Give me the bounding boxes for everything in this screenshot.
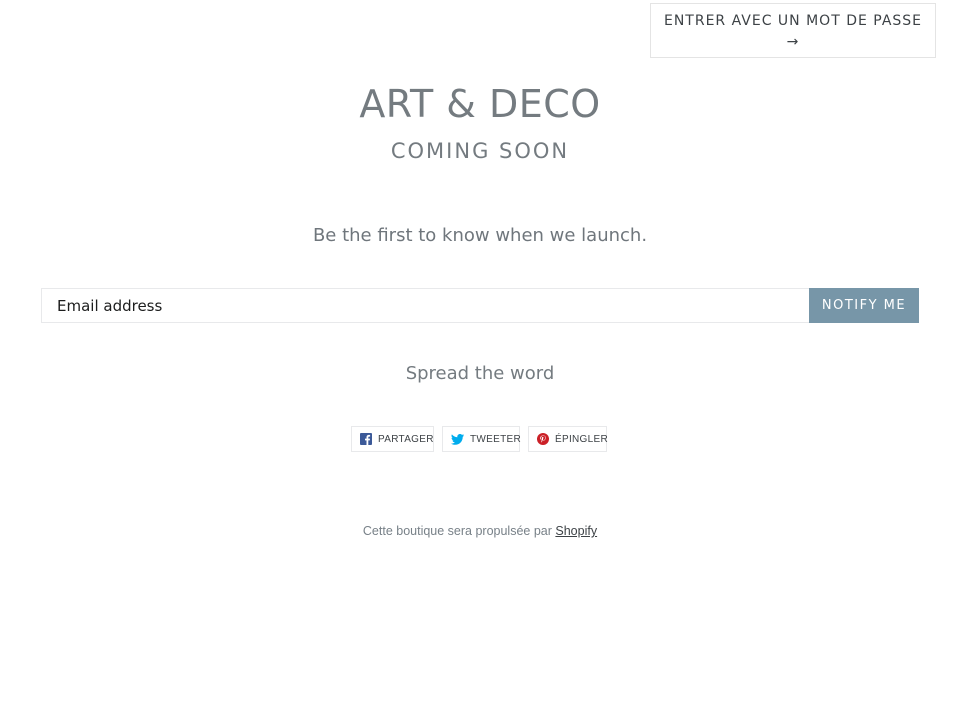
share-facebook-label: PARTAGER [378, 433, 434, 445]
arrow-right-icon: → [786, 34, 800, 50]
launch-tagline: Be the first to know when we launch. [312, 225, 648, 246]
notify-me-button[interactable]: NOTIFY ME [809, 288, 919, 323]
pinterest-icon [537, 433, 549, 445]
twitter-icon [451, 433, 464, 445]
share-pinterest-label: ÉPINGLER [555, 433, 608, 445]
shopify-link[interactable]: Shopify [555, 524, 597, 538]
share-twitter-button[interactable]: TWEETER [442, 426, 521, 452]
coming-soon-heading: COMING SOON [390, 139, 570, 163]
facebook-icon [360, 433, 372, 445]
social-share-buttons: PARTAGER TWEETER ÉPINGLER [351, 426, 608, 452]
newsletter-form: NOTIFY ME [41, 288, 919, 323]
spread-the-word-heading: Spread the word [405, 363, 555, 384]
enter-password-button[interactable]: ENTRER AVEC UN MOT DE PASSE → [650, 3, 936, 58]
email-input[interactable] [41, 288, 809, 323]
powered-by-text: Cette boutique sera propulsée par [362, 524, 552, 538]
password-page: ENTRER AVEC UN MOT DE PASSE → ART & DECO… [0, 0, 960, 720]
enter-password-label: ENTRER AVEC UN MOT DE PASSE [663, 13, 923, 29]
share-facebook-button[interactable]: PARTAGER [351, 426, 434, 452]
shop-title: ART & DECO [359, 82, 601, 126]
share-twitter-label: TWEETER [470, 433, 521, 445]
powered-by-footer: Cette boutique sera propulsée par Shopif… [0, 524, 960, 538]
share-pinterest-button[interactable]: ÉPINGLER [528, 426, 608, 452]
